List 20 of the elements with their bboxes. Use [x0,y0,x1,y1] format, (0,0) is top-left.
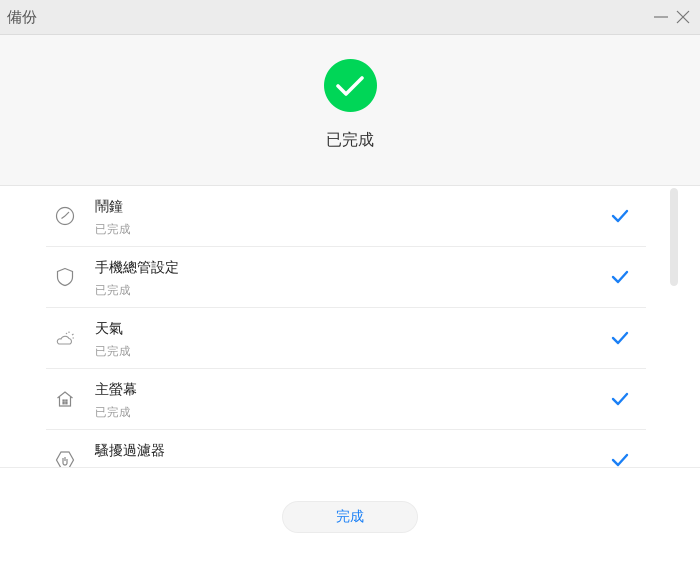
status-text: 已完成 [326,130,374,151]
item-status: 已完成 [95,405,132,420]
clock-icon [55,206,75,226]
item-name: 手機總管設定 [95,259,180,277]
close-button[interactable] [675,9,691,25]
close-icon [675,9,691,25]
item-status: 已完成 [95,222,132,237]
hand-badge-icon [55,450,75,467]
window-title: 備份 [7,8,37,26]
house-icon [55,389,75,409]
item-name: 鬧鐘 [95,198,124,216]
item-status: 已完成 [95,344,132,359]
item-status: 已完成 [95,283,132,298]
item-name: 天氣 [95,320,124,338]
minimize-icon [654,16,668,18]
done-button[interactable]: 完成 [282,501,418,533]
scrollbar[interactable] [670,188,678,286]
item-name: 騷擾過濾器 [95,442,166,460]
item-name: 主螢幕 [95,381,138,399]
shield-icon [55,267,75,287]
